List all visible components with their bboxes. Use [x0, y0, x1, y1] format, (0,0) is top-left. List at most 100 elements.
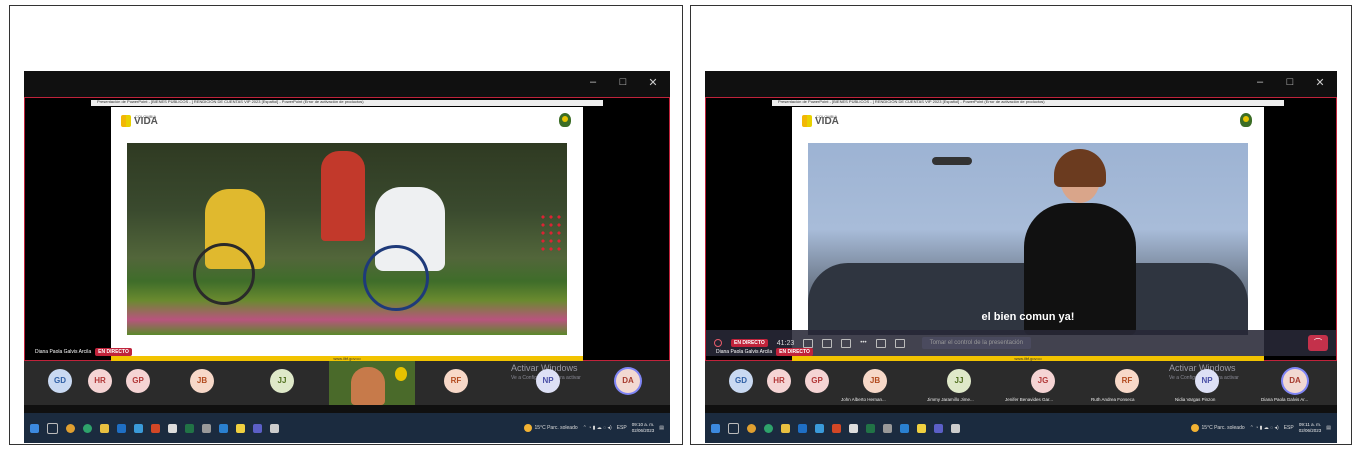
- live-badge: EN DIRECTO: [95, 348, 132, 356]
- shield-icon[interactable]: [849, 423, 858, 433]
- maximize-button[interactable]: □: [1283, 76, 1297, 88]
- chrome-icon[interactable]: [747, 423, 756, 433]
- powerpoint-titlebar: Presentación de PowerPoint - [BIENES PÚB…: [91, 99, 603, 106]
- avatar-initials: GD: [54, 376, 66, 385]
- teams-icon[interactable]: [253, 423, 262, 433]
- participant-name: John Alberto Hernan...: [841, 397, 886, 402]
- participant-avatar[interactable]: JB: [863, 369, 887, 393]
- participant-avatar-self[interactable]: DA: [616, 369, 640, 393]
- minimize-button[interactable]: –: [1253, 76, 1267, 88]
- live-badge: EN DIRECTO: [776, 348, 813, 356]
- photos-icon[interactable]: [900, 423, 909, 433]
- participant-avatar-self[interactable]: DA: [1283, 369, 1307, 393]
- presenter-label: Diana Paola Galvis Arcila EN DIRECTO: [35, 348, 132, 356]
- more-options-icon[interactable]: •••: [860, 340, 866, 346]
- colombia-vida-logo: COLOMBIA VIDA: [802, 114, 839, 127]
- avatar-initials: JJ: [277, 376, 287, 385]
- system-tray: 15°C Parc. soleado ⌃ ◔ ▮ ☁ ◌ ◂) ESP 09:1…: [1190, 422, 1331, 434]
- participant-avatar[interactable]: JB: [190, 369, 214, 393]
- edge-icon[interactable]: [83, 423, 92, 433]
- person-red-jacket: [321, 151, 365, 241]
- camera-icon[interactable]: [803, 338, 814, 348]
- participant-avatar[interactable]: NP: [1195, 369, 1219, 393]
- wheel-right: [363, 245, 429, 311]
- windows-taskbar: 15°C Parc. soleado ⌃ ◔ ▮ ☁ ◌ ◂) ESP 09:1…: [705, 413, 1337, 443]
- windows-start-icon[interactable]: [711, 423, 720, 433]
- window-controls: – □ ✕: [1253, 71, 1337, 93]
- wheel-left: [193, 243, 255, 305]
- take-control-button[interactable]: Tomar el control de la presentación: [921, 337, 1031, 349]
- participant-name: Ruth Andrea Fonseca: [1091, 397, 1135, 402]
- paint-icon[interactable]: [202, 423, 211, 433]
- participant-avatar[interactable]: GD: [729, 369, 753, 393]
- file-explorer-icon[interactable]: [100, 423, 109, 433]
- participant-avatar[interactable]: HR: [88, 369, 112, 393]
- outlook-icon[interactable]: [798, 423, 807, 433]
- participant-avatar[interactable]: RF: [1115, 369, 1139, 393]
- participant-avatar[interactable]: GP: [126, 369, 150, 393]
- participant-name: Jimmy Jaramillo Jime...: [927, 397, 974, 402]
- participant-avatar[interactable]: GP: [805, 369, 829, 393]
- windows-start-icon[interactable]: [30, 423, 39, 433]
- edge-icon[interactable]: [764, 423, 773, 433]
- excel-icon[interactable]: [866, 423, 875, 433]
- task-view-icon[interactable]: [47, 422, 58, 434]
- excel-icon[interactable]: [185, 423, 194, 433]
- photos-icon[interactable]: [219, 423, 228, 433]
- avatar-initials: NP: [542, 376, 554, 385]
- snipping-tool-icon[interactable]: [951, 423, 960, 433]
- participant-avatar[interactable]: RF: [444, 369, 468, 393]
- close-button[interactable]: ✕: [1313, 76, 1327, 89]
- paint-icon[interactable]: [883, 423, 892, 433]
- participant-gallery: GD HR GP JB John Alberto Hernan... JJ Ji…: [705, 361, 1337, 405]
- task-view-icon[interactable]: [728, 422, 739, 434]
- share-icon[interactable]: [841, 338, 852, 348]
- tray-icons[interactable]: ⌃ ◔ ▮ ☁ ◌ ◂): [1250, 425, 1279, 431]
- powerpoint-icon[interactable]: [832, 423, 841, 433]
- powerpoint-icon[interactable]: [151, 423, 160, 433]
- outlook-icon[interactable]: [117, 423, 126, 433]
- participant-camera-video[interactable]: [329, 361, 415, 405]
- avatar-initials: GP: [811, 376, 823, 385]
- close-button[interactable]: ✕: [646, 76, 660, 89]
- weather-widget[interactable]: 15°C Parc. soleado: [523, 424, 578, 432]
- participant-avatar[interactable]: GD: [48, 369, 72, 393]
- participant-avatar[interactable]: JJ: [270, 369, 294, 393]
- notepad-icon[interactable]: [917, 423, 926, 433]
- clock[interactable]: 09:11 a. m. 02/06/2023: [1299, 422, 1322, 434]
- weather-text: 15°C Parc. soleado: [534, 425, 578, 431]
- participant-avatar[interactable]: NP: [536, 369, 560, 393]
- file-explorer-icon[interactable]: [781, 423, 790, 433]
- language-indicator[interactable]: ESP: [617, 425, 627, 431]
- participant-avatar[interactable]: JJ: [947, 369, 971, 393]
- tray-icons[interactable]: ⌃ ◔ ▮ ☁ ◌ ◂): [583, 425, 612, 431]
- teams-icon[interactable]: [934, 423, 943, 433]
- notifications-icon[interactable]: ▤: [1326, 425, 1331, 431]
- sun-icon: [523, 424, 532, 432]
- maximize-button[interactable]: □: [616, 76, 630, 88]
- participants-icon[interactable]: [894, 338, 905, 348]
- minimize-button[interactable]: –: [586, 76, 600, 88]
- window-controls: – □ ✕: [586, 71, 670, 93]
- avatar-initials: JJ: [954, 376, 964, 385]
- notifications-icon[interactable]: ▤: [659, 425, 664, 431]
- chrome-icon[interactable]: [66, 423, 75, 433]
- mail-icon[interactable]: [134, 423, 143, 433]
- leave-call-button[interactable]: ⌒: [1308, 335, 1328, 351]
- avatar-initials: RF: [450, 376, 462, 385]
- participant-avatar[interactable]: JG: [1031, 369, 1055, 393]
- snipping-tool-icon[interactable]: [270, 423, 279, 433]
- weather-widget[interactable]: 15°C Parc. soleado: [1190, 424, 1245, 432]
- clock[interactable]: 09:10 a. m. 02/06/2023: [632, 422, 655, 434]
- participant-avatar[interactable]: HR: [767, 369, 791, 393]
- microphone-icon[interactable]: [822, 338, 833, 348]
- avatar-initials: HR: [773, 376, 785, 385]
- government-seal-icon: [1240, 113, 1252, 127]
- notepad-icon[interactable]: [236, 423, 245, 433]
- left-screenshot-panel: – □ ✕ Presentación de PowerPoint - [BIEN…: [9, 5, 683, 445]
- reactions-icon[interactable]: [875, 338, 886, 348]
- shield-icon[interactable]: [168, 423, 177, 433]
- language-indicator[interactable]: ESP: [1284, 425, 1294, 431]
- interpreter-hair: [1054, 149, 1106, 187]
- mail-icon[interactable]: [815, 423, 824, 433]
